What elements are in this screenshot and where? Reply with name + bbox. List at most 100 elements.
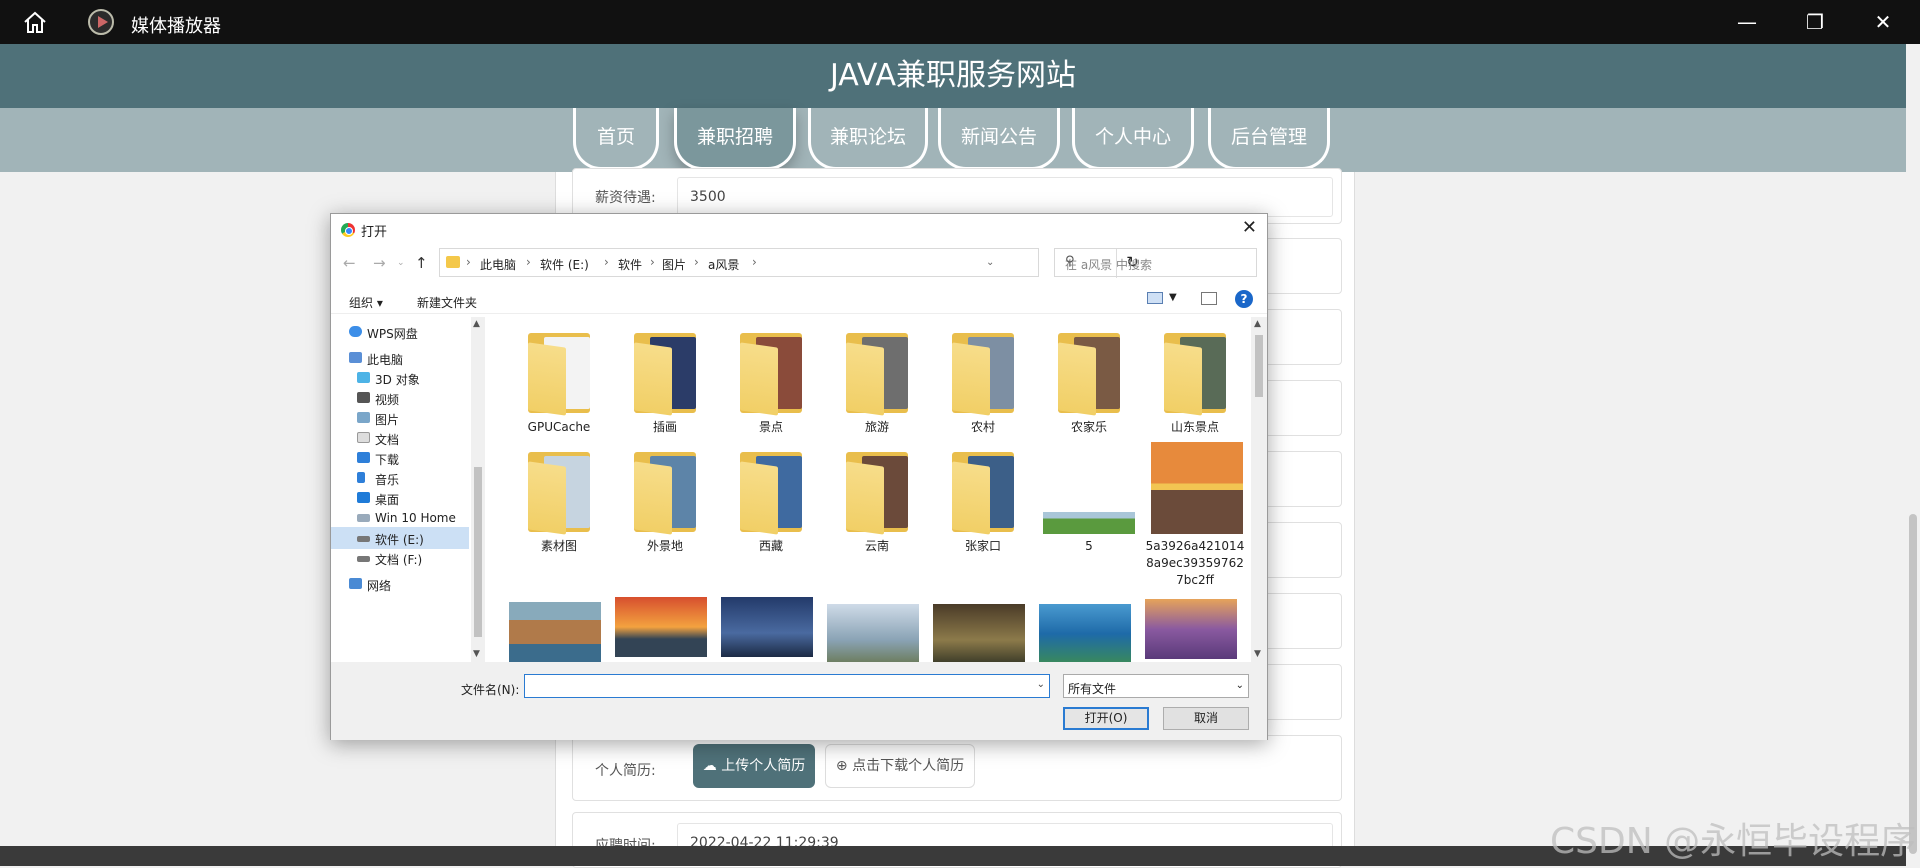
scroll-up-icon[interactable]: ▲ — [473, 319, 480, 329]
image-thumbnail[interactable] — [827, 604, 919, 662]
file-type-select[interactable]: 所有文件 ⌄ — [1063, 674, 1249, 698]
scroll-up-icon[interactable]: ▲ — [1254, 319, 1261, 329]
nav-item-network[interactable]: 网络 — [331, 573, 469, 595]
folder-item[interactable]: 云南 — [825, 450, 929, 555]
scrollbar-thumb[interactable] — [474, 467, 482, 637]
scroll-down-icon[interactable]: ▼ — [473, 649, 480, 659]
organize-menu[interactable]: 组织 ▾ — [349, 294, 383, 311]
salary-label: 薪资待遇: — [595, 190, 656, 206]
forward-arrow-icon[interactable]: → — [373, 254, 386, 272]
file-type-value: 所有文件 — [1068, 682, 1117, 696]
close-button[interactable]: ✕ — [1870, 10, 1896, 36]
scrollbar-thumb[interactable] — [1909, 514, 1917, 854]
chevron-down-icon[interactable]: ⌄ — [1037, 679, 1045, 690]
folder-item[interactable]: 素材图 — [507, 450, 611, 555]
address-dropdown-icon[interactable]: ⌄ — [986, 257, 994, 268]
folder-item[interactable]: 外景地 — [613, 450, 717, 555]
folder-item[interactable]: 农村 — [931, 331, 1035, 436]
salary-field[interactable]: 3500 — [677, 177, 1333, 217]
download-resume-button[interactable]: ⊕ 点击下载个人简历 — [825, 744, 975, 788]
nav-item-win10[interactable]: Win 10 Home — [331, 507, 469, 529]
folder-item[interactable]: 西藏 — [719, 450, 823, 555]
image-thumbnail[interactable] — [933, 604, 1025, 662]
help-icon[interactable]: ? — [1235, 290, 1253, 308]
folder-item[interactable]: GPUCache — [507, 331, 611, 436]
folder-icon — [736, 450, 806, 535]
crumb-this-pc[interactable]: 此电脑 — [480, 256, 516, 273]
crumb-pictures[interactable]: 图片 — [662, 256, 686, 273]
file-list-scrollbar[interactable]: ▲ ▼ — [1251, 317, 1267, 662]
upload-resume-button[interactable]: ☁ 上传个人简历 — [693, 744, 815, 788]
nav-item-desktop[interactable]: 桌面 — [331, 487, 469, 509]
back-arrow-icon[interactable]: ← — [343, 254, 356, 272]
nav-item-drive-f[interactable]: 文档 (F:) — [331, 547, 469, 569]
image-thumbnail[interactable] — [1039, 604, 1131, 662]
picture-icon — [357, 412, 370, 423]
crumb-separator: › — [466, 255, 471, 269]
minimize-button[interactable]: — — [1734, 10, 1760, 36]
file-name: 素材图 — [540, 539, 577, 553]
nav-profile[interactable]: 个人中心 — [1072, 108, 1194, 170]
restore-button[interactable]: ❐ — [1802, 10, 1828, 36]
nav-item-video[interactable]: 视频 — [331, 387, 469, 409]
folder-item[interactable]: 旅游 — [825, 331, 929, 436]
file-name: 农村 — [970, 420, 995, 434]
image-item[interactable]: 5 — [1037, 450, 1141, 555]
nav-jobs[interactable]: 兼职招聘 — [674, 108, 796, 170]
nav-home[interactable]: 首页 — [573, 108, 659, 170]
download-icon: ⊕ — [835, 758, 853, 774]
folder-icon — [630, 331, 700, 416]
nav-item-documents[interactable]: 文档 — [331, 427, 469, 449]
folder-item[interactable]: 农家乐 — [1037, 331, 1141, 436]
resume-label: 个人简历: — [595, 763, 656, 779]
cancel-button[interactable]: 取消 — [1163, 707, 1249, 730]
nav-item-downloads[interactable]: 下载 — [331, 447, 469, 469]
view-mode-icon[interactable] — [1147, 292, 1163, 304]
view-dropdown-icon[interactable]: ▼ — [1169, 292, 1177, 303]
nav-item-3d[interactable]: 3D 对象 — [331, 367, 469, 389]
nav-item-music[interactable]: 音乐 — [331, 467, 469, 489]
nav-pane-scrollbar[interactable]: ▲ ▼ — [471, 317, 485, 662]
image-thumbnail[interactable] — [721, 597, 813, 657]
new-folder-button[interactable]: 新建文件夹 — [417, 294, 477, 311]
resume-row: 个人简历: ☁ 上传个人简历 ⊕ 点击下载个人简历 — [572, 735, 1342, 801]
nav-item-this-pc[interactable]: 此电脑 — [331, 347, 469, 369]
recent-chevron-icon[interactable]: ⌄ — [397, 258, 405, 268]
page-scrollbar[interactable] — [1906, 44, 1920, 866]
nav-item-pictures[interactable]: 图片 — [331, 407, 469, 429]
filename-input[interactable]: ⌄ — [524, 674, 1050, 698]
folder-item[interactable]: 张家口 — [931, 450, 1035, 555]
nav-item-label: 音乐 — [375, 473, 400, 487]
download-icon — [357, 452, 370, 463]
folder-item[interactable]: 景点 — [719, 331, 823, 436]
file-name: 山东景点 — [1170, 420, 1219, 434]
image-thumbnail[interactable] — [509, 602, 601, 662]
nav-forum[interactable]: 兼职论坛 — [808, 108, 928, 170]
image-thumbnail[interactable] — [615, 597, 707, 657]
nav-news[interactable]: 新闻公告 — [938, 108, 1060, 170]
image-thumbnail[interactable] — [1145, 599, 1237, 659]
folder-item[interactable]: 插画 — [613, 331, 717, 436]
folder-item[interactable]: 山东景点 — [1143, 331, 1247, 436]
preview-pane-icon[interactable] — [1201, 292, 1217, 305]
up-arrow-icon[interactable]: ↑ — [415, 254, 428, 272]
crumb-software[interactable]: 软件 — [618, 256, 642, 273]
media-player-icon — [88, 9, 114, 35]
crumb-drive-e[interactable]: 软件 (E:) — [540, 256, 589, 273]
scrollbar-thumb[interactable] — [1255, 335, 1263, 397]
nav-admin[interactable]: 后台管理 — [1208, 108, 1330, 170]
crumb-scenery[interactable]: a风景 — [708, 256, 739, 273]
nav-item-label: Win 10 Home — [375, 511, 456, 525]
nav-item-label: 此电脑 — [367, 353, 404, 367]
nav-item-label: 下载 — [375, 453, 400, 467]
home-icon[interactable] — [22, 10, 48, 34]
search-input[interactable]: 在 a风景 中搜索 ⚲ — [1054, 248, 1257, 277]
nav-item-wps[interactable]: WPS网盘 — [331, 321, 469, 343]
open-button[interactable]: 打开(O) — [1063, 707, 1149, 730]
dialog-title-bar: 打开 ✕ — [331, 214, 1267, 244]
scroll-down-icon[interactable]: ▼ — [1254, 649, 1261, 659]
image-item[interactable]: 5a3926a4210148a9ec393597627bc2ff — [1143, 442, 1247, 589]
dialog-close-icon[interactable]: ✕ — [1242, 217, 1257, 238]
nav-item-drive-e[interactable]: 软件 (E:) — [331, 527, 469, 549]
address-bar[interactable]: › 此电脑 › 软件 (E:) › 软件 › 图片 › a风景 › ⌄ ↻ — [439, 248, 1139, 278]
